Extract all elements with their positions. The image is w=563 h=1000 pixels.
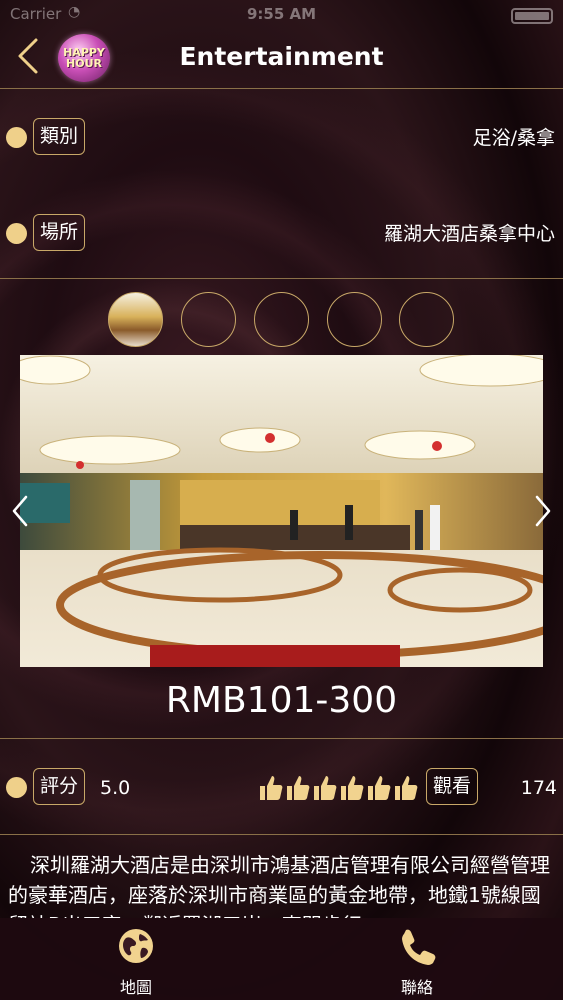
category-row: 類別 足浴/桑拿	[0, 117, 563, 157]
divider	[0, 88, 563, 89]
thumbs-up-icon	[366, 772, 391, 802]
venue-value: 羅湖大酒店桑拿中心	[383, 223, 555, 245]
divider	[0, 834, 563, 835]
thumbs-up-icon	[312, 772, 337, 802]
gallery-thumbnail[interactable]	[327, 292, 382, 347]
status-bar: Carrier ◔ 9:55 AM	[0, 0, 563, 30]
thumbs-up-icon	[339, 772, 364, 802]
bullet-icon	[6, 127, 27, 148]
venue-photo	[20, 355, 543, 667]
thumbs-up-icon	[285, 772, 310, 802]
divider	[0, 738, 563, 739]
globe-icon	[119, 929, 153, 963]
rating-row: 評分 5.0 觀看 174	[0, 767, 563, 809]
venue-row: 場所 羅湖大酒店桑拿中心	[0, 213, 563, 253]
chevron-left-icon	[12, 495, 28, 527]
category-value: 足浴/桑拿	[472, 127, 555, 149]
next-photo-button[interactable]	[531, 493, 555, 529]
thumbs-up-icon	[258, 772, 283, 802]
category-label: 類別	[33, 118, 86, 155]
view-count: 174	[520, 777, 557, 799]
bullet-icon	[6, 777, 27, 798]
rating-label: 評分	[33, 768, 86, 805]
gallery-thumbnail[interactable]	[254, 292, 309, 347]
price-range: RMB101-300	[165, 680, 398, 721]
gallery-thumbnail[interactable]	[399, 292, 454, 347]
navigation-bar: HAPPY HOUR Entertainment	[0, 30, 563, 88]
tab-map[interactable]: 地圖	[86, 926, 186, 998]
chevron-right-icon	[535, 495, 551, 527]
hotel-lobby-image	[20, 355, 543, 667]
tab-map-label: 地圖	[119, 978, 152, 997]
battery-icon	[511, 8, 553, 24]
status-time: 9:55 AM	[246, 5, 317, 23]
venue-description: 深圳羅湖大酒店是由深圳市鴻基酒店管理有限公司經營管理的豪華酒店，座落於深圳市商業…	[8, 853, 550, 918]
tab-contact-label: 聯絡	[400, 978, 433, 997]
gallery-thumbnail[interactable]	[108, 292, 163, 347]
previous-photo-button[interactable]	[8, 493, 32, 529]
view-label: 觀看	[426, 768, 479, 805]
venue-label: 場所	[33, 214, 86, 251]
thumbs-up-rating	[258, 772, 418, 802]
page-title: Entertainment	[179, 42, 384, 71]
bullet-icon	[6, 223, 27, 244]
divider	[0, 278, 563, 279]
thumbs-up-icon	[393, 772, 418, 802]
gallery-thumbnail[interactable]	[181, 292, 236, 347]
rating-value: 5.0	[100, 777, 131, 799]
tab-bar: 地圖 聯絡	[0, 918, 563, 1000]
phone-icon	[402, 929, 436, 965]
tab-contact[interactable]: 聯絡	[367, 926, 467, 998]
